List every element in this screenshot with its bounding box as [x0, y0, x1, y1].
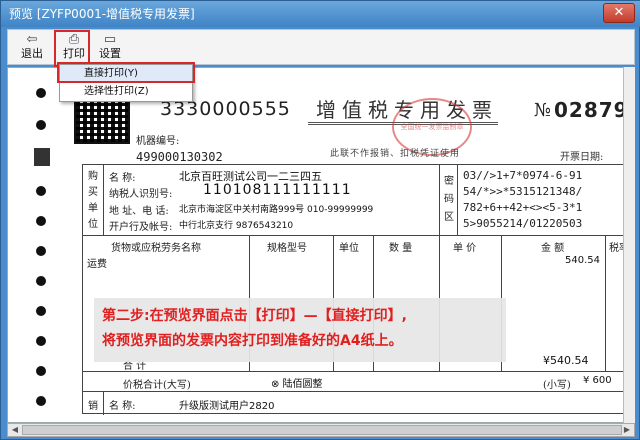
punch-hole — [36, 306, 46, 316]
punch-hole — [36, 336, 46, 346]
invoice-table: 购买单位 名 称: 北京百旺测试公司一二三四五 纳税人识别号: 11010811… — [82, 164, 629, 415]
date-label: 开票日期: — [560, 152, 604, 163]
scroll-right-icon[interactable]: ▶ — [621, 425, 633, 435]
punch-hole — [36, 186, 46, 196]
menu-item-selective-print[interactable]: 选择性打印(Z) — [60, 83, 192, 101]
total-small-label: (小写) — [543, 380, 571, 391]
instruction-overlay: 第二步:在预览界面点击【打印】—【直接打印】, 将预览界面的发票内容打印到准备好… — [94, 298, 506, 362]
preview-area: 3330000555 机器编号: 499000130302 增值税专用发票 全国… — [7, 67, 635, 423]
settings-icon: ▭ — [103, 32, 117, 47]
divider — [83, 235, 629, 236]
cipher-line: 54/*>>*5315121348/ — [463, 185, 583, 198]
total-small: ¥ 600 — [583, 375, 612, 386]
cipher-line: 03//>1+7*0974-6-91 — [463, 169, 583, 182]
vertical-scrollbar[interactable] — [623, 67, 635, 423]
toolbar: ⇦ 退出 ⎙ 打印 ▭ 设置 — [7, 29, 635, 65]
buyer-address: 北京市海淀区中关村南路999号 010-99999999 — [179, 205, 374, 215]
buyer-address-label: 地 址、电 话: — [109, 206, 169, 217]
instruction-line: 将预览界面的发票内容打印到准备好的A4纸上。 — [102, 333, 403, 349]
cipher-line: 782+6++42+<><5-3*1 — [463, 201, 583, 214]
machine-label: 机器编号: — [136, 136, 180, 147]
exit-label: 退出 — [21, 47, 43, 60]
buyer-side-label: 购买单位 — [88, 171, 98, 230]
exit-icon: ⇦ — [26, 32, 38, 47]
divider — [103, 165, 104, 235]
scroll-thumb[interactable] — [22, 425, 622, 435]
buyer-tax-id: 110108111111111 — [203, 182, 352, 198]
punch-hole — [36, 216, 46, 226]
punch-hole — [36, 396, 46, 406]
buyer-bank-label: 开户行及帐号: — [109, 222, 173, 233]
col-goods: 货物或应税劳务名称 — [111, 243, 201, 254]
scroll-left-icon[interactable]: ◀ — [9, 425, 21, 435]
punch-hole — [36, 88, 46, 98]
paper-binder-edge — [8, 68, 64, 422]
invoice-number: 02879 — [554, 98, 629, 122]
punch-hole — [36, 366, 46, 376]
total-words: ⊗ 陆佰圆整 — [271, 379, 323, 390]
seller-name-label: 名 称: — [109, 401, 136, 412]
invoice-subtitle: 此联不作报销、扣税凭证使用 — [330, 149, 461, 159]
punch-hole — [36, 246, 46, 256]
cipher-side-label: 密码区 — [444, 176, 454, 223]
divider — [103, 391, 104, 415]
col-unit: 单位 — [339, 243, 359, 254]
divider — [439, 165, 440, 235]
invoice-page: 3330000555 机器编号: 499000130302 增值税专用发票 全国… — [68, 78, 629, 418]
seller-side-label: 销 — [88, 401, 98, 412]
buyer-tax-label: 纳税人识别号: — [109, 189, 173, 200]
divider — [83, 371, 629, 372]
total-amount: ¥540.54 — [543, 354, 589, 367]
col-spec: 规格型号 — [267, 243, 307, 254]
exit-button[interactable]: ⇦ 退出 — [14, 32, 50, 62]
col-price: 单 价 — [453, 243, 477, 254]
buyer-name-label: 名 称: — [109, 173, 136, 184]
binder-tab — [34, 148, 50, 166]
line-item-amount: 540.54 — [565, 255, 600, 266]
total-words-label: 价税合计(大写) — [123, 380, 191, 391]
number-symbol: № — [534, 100, 552, 121]
window-title: 预览 [ZYFP0001-增值税专用发票] — [1, 1, 640, 27]
settings-label: 设置 — [99, 47, 121, 60]
punch-hole — [36, 276, 46, 286]
horizontal-scrollbar[interactable]: ◀ ▶ — [7, 423, 635, 437]
seller-name: 升级版测试用户2820 — [179, 401, 275, 412]
settings-button[interactable]: ▭ 设置 — [92, 32, 128, 62]
divider — [457, 165, 458, 235]
line-item-name: 运费 — [87, 259, 107, 270]
divider — [605, 235, 606, 371]
close-button[interactable]: ✕ — [603, 3, 635, 23]
col-amount: 金 额 — [541, 243, 565, 254]
instruction-line: 第二步:在预览界面点击【打印】—【直接打印】, — [102, 308, 407, 324]
col-qty: 数 量 — [389, 243, 413, 254]
cipher-line: 5>9055214/01220503 — [463, 217, 583, 230]
divider — [83, 391, 629, 392]
machine-number: 499000130302 — [136, 150, 223, 164]
buyer-bank: 中行北京支行 9876543210 — [179, 221, 294, 231]
punch-hole — [36, 120, 46, 130]
direct-print-highlight — [57, 62, 195, 83]
preview-window: 预览 [ZYFP0001-增值税专用发票] ✕ ⇦ 退出 ⎙ 打印 ▭ 设置 直… — [0, 0, 640, 440]
